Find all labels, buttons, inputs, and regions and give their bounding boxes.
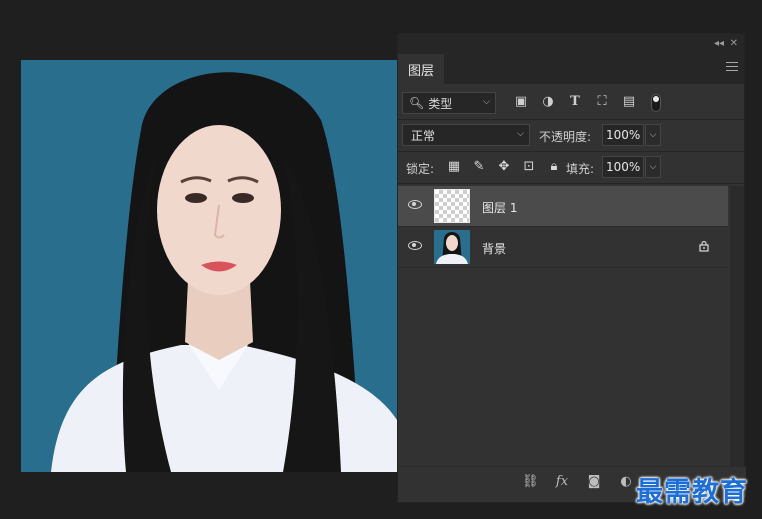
adjustment-layer-icon[interactable]: ◐ [618,473,634,491]
lock-image-pixels-icon[interactable]: ✎ [471,158,487,176]
collapse-icon[interactable]: ◂◂ [714,37,724,51]
lock-icon[interactable] [698,240,710,252]
panel-tab-row: 图层 [398,54,744,84]
divider [398,151,746,152]
tab-layers[interactable]: 图层 [398,54,444,84]
layers-list: 图层 1 背景 [398,186,728,268]
layer-name: 背景 [482,242,507,256]
eye-icon[interactable] [408,200,422,209]
blend-row: 正常 ⌵ 不透明度: 100% ⌵ [398,122,746,150]
blend-mode-value: 正常 [411,128,436,143]
filter-toggle[interactable] [651,94,661,112]
opacity-label: 不透明度: [539,130,592,144]
opacity-dropdown-button[interactable]: ⌵ [645,124,661,146]
lock-all-icon[interactable]: 🔒︎ [546,158,562,176]
layer-row[interactable]: 图层 1 [398,186,728,227]
portrait-image [21,60,397,472]
layer-thumbnail [434,189,470,223]
panel-title-bar[interactable]: ◂◂ ✕ [398,34,744,54]
type-filter-icon[interactable]: T [568,94,582,110]
fill-input[interactable]: 100% [602,156,644,178]
lock-position-icon[interactable]: ✥ [496,158,512,176]
filter-kind-select[interactable]: 🔍︎ 类型 ⌵ [402,92,496,114]
fill-label: 填充: [566,162,595,176]
fx-icon[interactable]: fx [554,473,570,491]
add-mask-icon[interactable]: ◙ [586,473,602,491]
filter-kind-value: 类型 [428,96,453,111]
eye-icon[interactable] [408,241,422,250]
layer-row[interactable]: 背景 [398,227,728,268]
layer-thumbnail [434,230,470,264]
watermark-logo: 最需教育 [636,477,748,508]
blend-mode-select[interactable]: 正常 ⌵ [402,124,530,146]
lock-label: 锁定: [406,162,435,176]
layers-panel: ◂◂ ✕ 图层 🔍︎ 类型 ⌵ ▣ ◑ T ⛶ ▤ 正常 ⌵ 不透明度: 100… [397,33,746,503]
search-icon: 🔍︎ [409,96,425,110]
panel-menu-icon[interactable] [726,62,738,72]
link-layers-icon[interactable]: ⛓︎ [522,473,539,491]
chevron-down-icon: ⌵ [517,129,524,139]
adjustment-filter-icon[interactable]: ◑ [541,94,555,110]
filter-row: 🔍︎ 类型 ⌵ ▣ ◑ T ⛶ ▤ [398,90,746,118]
chevron-down-icon: ⌵ [483,97,490,107]
lock-row: 锁定: ▦ ✎ ✥ ⊡ 🔒︎ 填充: 100% ⌵ [398,154,746,182]
lock-transparent-pixels-icon[interactable]: ▦ [446,158,462,176]
close-icon[interactable]: ✕ [730,37,738,51]
document-canvas[interactable] [21,60,397,472]
opacity-input[interactable]: 100% [602,124,644,146]
divider [398,119,746,120]
smart-object-filter-icon[interactable]: ▤ [622,94,636,110]
shape-filter-icon[interactable]: ⛶ [595,94,609,110]
image-filter-icon[interactable]: ▣ [514,94,528,110]
layers-scrollbar[interactable] [730,186,744,466]
layer-name: 图层 1 [482,201,518,215]
lock-artboard-icon[interactable]: ⊡ [521,158,537,176]
divider [398,183,746,184]
fill-dropdown-button[interactable]: ⌵ [645,156,661,178]
